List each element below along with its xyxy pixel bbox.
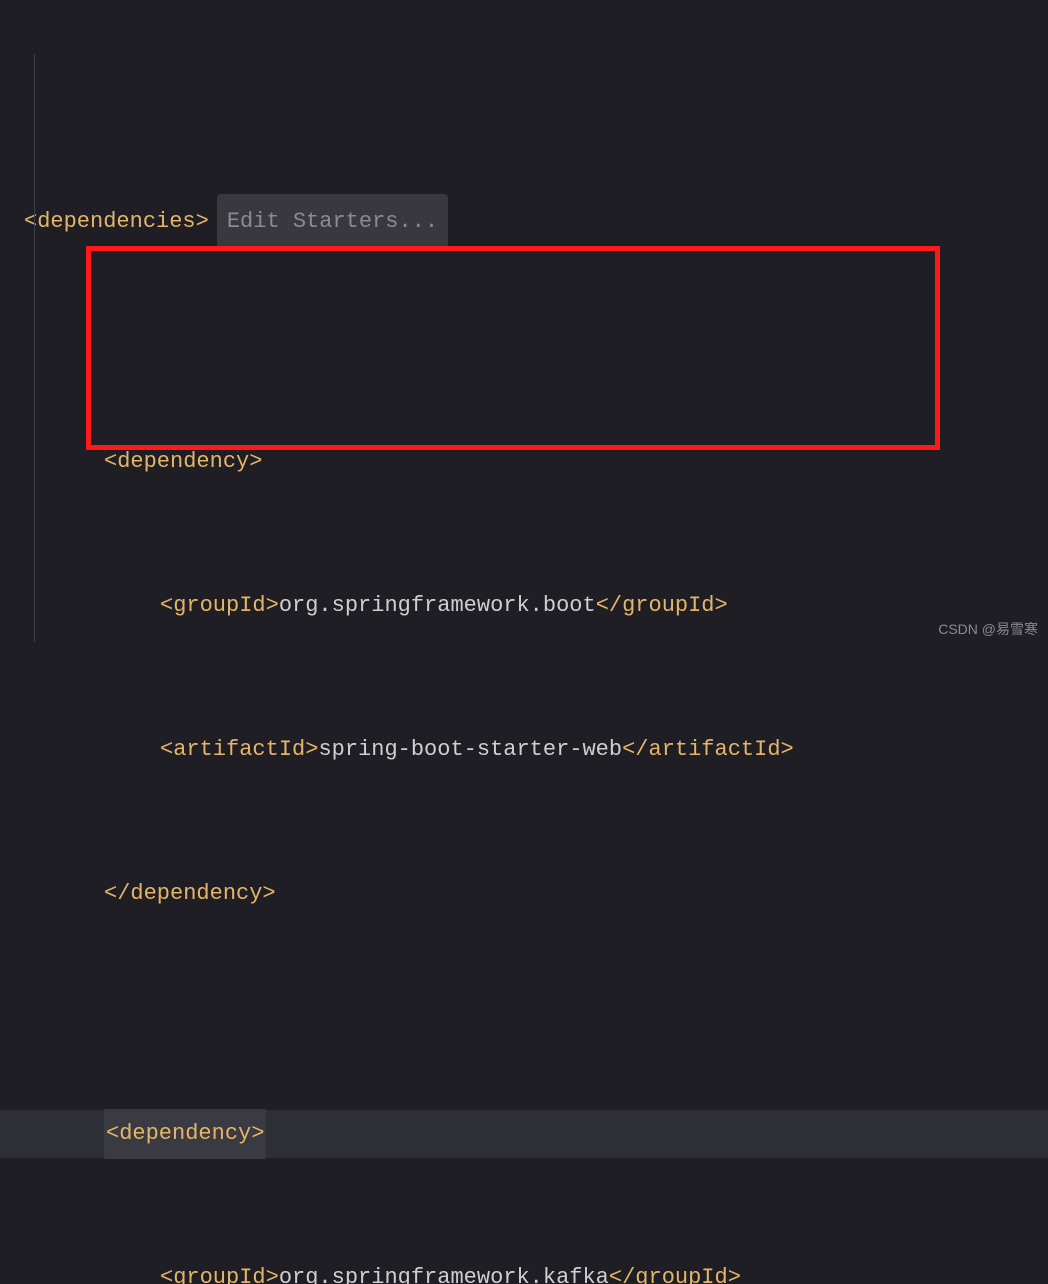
- artifact-id-value: spring-boot-starter-web: [318, 726, 622, 774]
- xml-tag: </groupId>: [609, 1254, 741, 1284]
- xml-tag: <groupId>: [160, 1254, 279, 1284]
- code-editor[interactable]: <dependencies> Edit Starters... <depende…: [0, 0, 1048, 1284]
- code-line[interactable]: <dependency>: [0, 438, 1048, 486]
- xml-tag: <groupId>: [160, 582, 279, 630]
- code-line[interactable]: <groupId>org.springframework.kafka</grou…: [0, 1254, 1048, 1284]
- code-line[interactable]: <groupId>org.springframework.boot</group…: [0, 582, 1048, 630]
- xml-tag: </groupId>: [596, 582, 728, 630]
- xml-tag: <dependency>: [104, 438, 262, 486]
- code-line[interactable]: <artifactId>spring-boot-starter-web</art…: [0, 726, 1048, 774]
- code-line[interactable]: </dependency>: [0, 870, 1048, 918]
- watermark: CSDN @易雪寒: [938, 622, 1038, 636]
- code-line[interactable]: <dependency>: [0, 1110, 1048, 1158]
- xml-tag: </dependency>: [104, 870, 276, 918]
- xml-tag: <dependency>: [104, 1109, 266, 1159]
- group-id-value: org.springframework.kafka: [279, 1254, 609, 1284]
- code-line[interactable]: <dependencies> Edit Starters...: [0, 198, 1048, 246]
- xml-tag: <dependencies>: [24, 198, 209, 246]
- xml-tag: </artifactId>: [622, 726, 794, 774]
- group-id-value: org.springframework.boot: [279, 582, 596, 630]
- edit-starters-hint[interactable]: Edit Starters...: [217, 194, 448, 250]
- xml-tag: <artifactId>: [160, 726, 318, 774]
